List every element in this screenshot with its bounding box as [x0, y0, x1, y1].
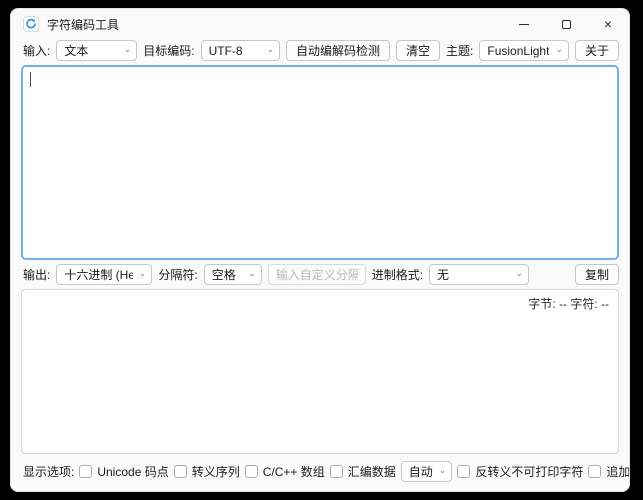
target-encoding-value: UTF-8	[209, 44, 261, 58]
minimize-icon	[519, 24, 529, 25]
radix-format-select[interactable]: 无 ⌄	[429, 264, 529, 285]
checkbox-label: Unicode 码点	[97, 463, 168, 480]
app-icon	[23, 16, 39, 32]
radix-format-label: 进制格式:	[372, 266, 423, 283]
checkbox-label: 转义序列	[192, 463, 240, 480]
output-toolbar: 输出: 十六进制 (Hex) ⌄ 分隔符: 空格 ⌄ 进制格式: 无 ⌄ 复制	[11, 260, 629, 289]
checkbox-escape-sequence[interactable]: 转义序列	[174, 463, 240, 480]
theme-value: FusionLight	[487, 44, 549, 58]
chevron-down-icon: ⌄	[439, 465, 447, 476]
output-label: 输出:	[23, 266, 50, 283]
input-textarea[interactable]	[21, 65, 619, 260]
chevron-down-icon: ⌄	[139, 268, 147, 279]
theme-select[interactable]: FusionLight ⌄	[479, 40, 569, 61]
chevron-down-icon: ⌄	[248, 268, 256, 279]
auto-detect-button[interactable]: 自动编解码检测	[286, 40, 390, 61]
checkbox-label: 汇编数据	[348, 463, 396, 480]
checkbox-icon	[245, 465, 258, 478]
text-cursor	[30, 72, 31, 87]
separator-label: 分隔符:	[158, 266, 197, 283]
output-format-select[interactable]: 十六进制 (Hex) ⌄	[56, 264, 152, 285]
checkbox-asm-data[interactable]: 汇编数据	[330, 463, 396, 480]
chevron-down-icon: ⌄	[266, 44, 274, 55]
maximize-icon	[562, 20, 571, 29]
checkbox-unicode-codepoint[interactable]: Unicode 码点	[79, 463, 168, 480]
radix-format-value: 无	[437, 266, 509, 283]
checkbox-icon	[79, 465, 92, 478]
separator-value: 空格	[212, 266, 242, 283]
separator-select[interactable]: 空格 ⌄	[204, 264, 262, 285]
about-button[interactable]: 关于	[575, 40, 619, 61]
checkbox-c-array[interactable]: C/C++ 数组	[245, 463, 325, 480]
copy-button[interactable]: 复制	[575, 264, 619, 285]
theme-label: 主题:	[446, 42, 473, 59]
asm-mode-select[interactable]: 自动 ⌄	[401, 461, 453, 482]
asm-mode-value: 自动	[409, 463, 433, 480]
checkbox-icon	[457, 465, 470, 478]
window-controls: ×	[503, 9, 629, 39]
close-button[interactable]: ×	[587, 9, 629, 39]
display-options-bar: 显示选项: Unicode 码点 转义序列 C/C++ 数组 汇编数据 自动 ⌄…	[11, 454, 629, 491]
checkbox-icon	[330, 465, 343, 478]
input-type-select[interactable]: 文本 ⌄	[56, 40, 137, 61]
app-window: 字符编码工具 × 输入: 文本 ⌄ 目标编码: UTF-8 ⌄ 自动编解码检测 …	[10, 8, 630, 492]
window-title: 字符编码工具	[47, 16, 119, 33]
input-type-value: 文本	[64, 42, 117, 59]
checkbox-icon	[588, 465, 601, 478]
minimize-button[interactable]	[503, 9, 545, 39]
clear-button[interactable]: 清空	[396, 40, 440, 61]
display-options-label: 显示选项:	[23, 463, 74, 480]
close-icon: ×	[604, 17, 612, 31]
checkbox-label: 追加字符串结尾 NUL	[606, 463, 630, 480]
checkbox-label: 反转义不可打印字符	[475, 463, 583, 480]
target-encoding-select[interactable]: UTF-8 ⌄	[201, 40, 280, 61]
output-format-value: 十六进制 (Hex)	[64, 266, 132, 283]
chevron-down-icon: ⌄	[124, 44, 132, 55]
input-label: 输入:	[23, 42, 50, 59]
maximize-button[interactable]	[545, 9, 587, 39]
chevron-down-icon: ⌄	[555, 44, 563, 55]
target-encoding-label: 目标编码:	[143, 42, 194, 59]
byte-char-stats: 字节: -- 字符: --	[528, 295, 609, 312]
checkbox-icon	[174, 465, 187, 478]
checkbox-append-nul[interactable]: 追加字符串结尾 NUL	[588, 463, 630, 480]
titlebar: 字符编码工具 ×	[11, 9, 629, 39]
input-toolbar: 输入: 文本 ⌄ 目标编码: UTF-8 ⌄ 自动编解码检测 清空 主题: Fu…	[11, 39, 629, 65]
custom-separator-input[interactable]	[268, 264, 366, 285]
checkbox-label: C/C++ 数组	[263, 463, 325, 480]
checkbox-unescape-nonprintable[interactable]: 反转义不可打印字符	[457, 463, 583, 480]
chevron-down-icon: ⌄	[515, 268, 523, 279]
output-textarea[interactable]: 字节: -- 字符: --	[21, 289, 619, 454]
